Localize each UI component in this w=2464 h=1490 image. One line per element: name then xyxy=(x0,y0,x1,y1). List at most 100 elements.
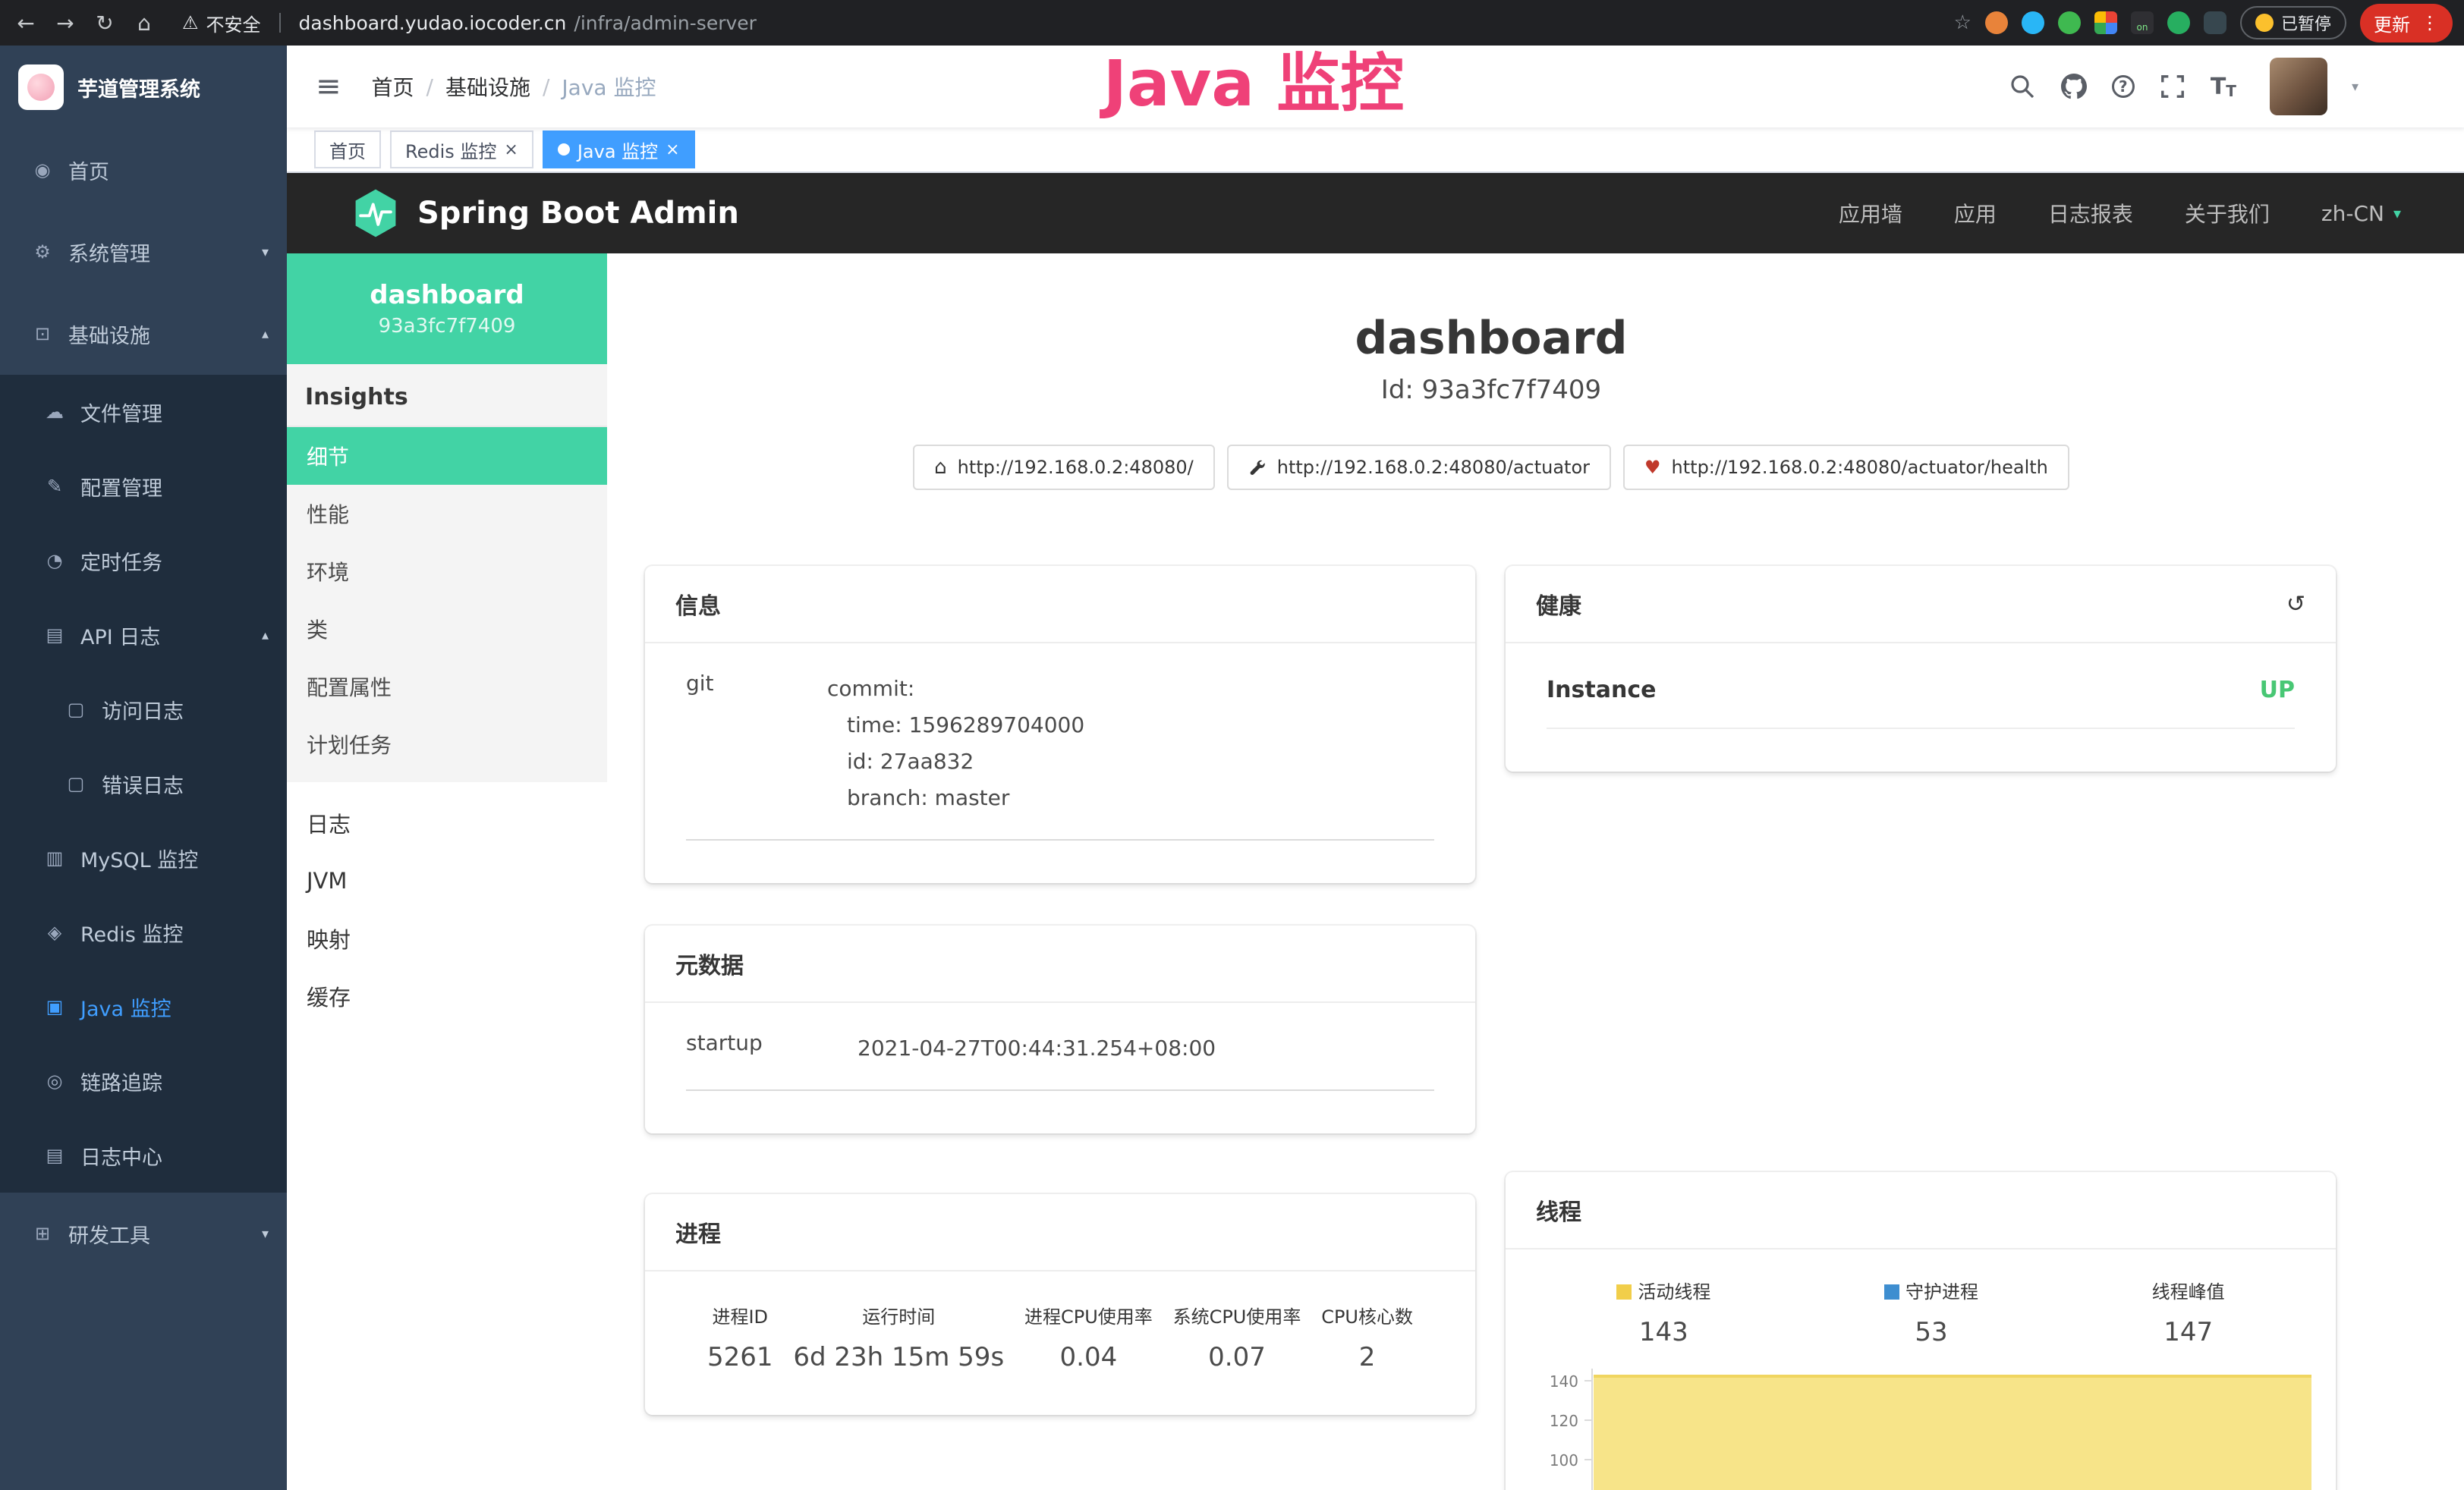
tab-label: 首页 xyxy=(329,137,366,163)
sidebar-item-error-log[interactable]: ▢ 错误日志 xyxy=(0,747,287,821)
close-icon[interactable]: × xyxy=(504,140,518,159)
sidebar-item-label: 文件管理 xyxy=(80,398,162,427)
sba-nav-about[interactable]: 关于我们 xyxy=(2185,198,2270,228)
sidebar-item-home[interactable]: ◉ 首页 xyxy=(0,129,287,211)
service-url-button[interactable]: ⌂ http://192.168.0.2:48080/ xyxy=(913,445,1215,490)
extension-on-icon[interactable]: on xyxy=(2131,11,2154,34)
sba-menu-performance[interactable]: 性能 xyxy=(287,485,607,542)
font-size-small: T xyxy=(2226,82,2236,100)
help-icon[interactable]: ? xyxy=(2112,75,2135,98)
tab-java-monitor[interactable]: Java 监控 × xyxy=(543,130,695,168)
tab-redis-monitor[interactable]: Redis 监控 × xyxy=(390,130,533,168)
metric-label: 进程CPU使用率 xyxy=(1024,1302,1153,1328)
github-icon[interactable] xyxy=(2060,73,2088,100)
sidebar-item-label: Redis 监控 xyxy=(80,918,183,948)
avatar[interactable] xyxy=(2270,58,2327,115)
infra-icon: ⊡ xyxy=(30,323,55,344)
locale-selector[interactable]: zh-CN ▾ xyxy=(2321,201,2401,226)
update-label: 更新 xyxy=(2374,10,2410,36)
menu-kebab-icon: ⋮ xyxy=(2421,12,2439,33)
metric-system-cpu: 系统CPU使用率 0.07 xyxy=(1173,1302,1301,1372)
sidebar-item-system[interactable]: ⚙ 系统管理 ▾ xyxy=(0,211,287,293)
chevron-down-icon[interactable]: ▾ xyxy=(2352,79,2359,95)
sba-logo-icon xyxy=(351,188,401,238)
sba-nav-journal[interactable]: 日志报表 xyxy=(2048,198,2133,228)
browser-toolbar-right: ☆ on 已暂停 更新 ⋮ xyxy=(1954,4,2453,42)
sidebar-item-tracing[interactable]: ◎ 链路追踪 xyxy=(0,1044,287,1118)
close-icon[interactable]: × xyxy=(666,140,679,159)
dashboard-icon: ◉ xyxy=(30,159,55,181)
sidebar-item-redis[interactable]: ◈ Redis 监控 xyxy=(0,895,287,970)
sidebar-item-api-log[interactable]: ▤ API 日志 ▴ xyxy=(0,598,287,672)
search-icon[interactable] xyxy=(2009,73,2036,100)
sba-sidebar: dashboard 93a3fc7f7409 Insights 细节 性能 环境… xyxy=(287,253,607,1490)
toolbox-icon: ⊞ xyxy=(30,1223,55,1244)
sidebar-toggle-icon[interactable]: ≡ xyxy=(304,69,354,104)
extension-icon[interactable] xyxy=(2204,11,2226,34)
font-size-icon[interactable]: TT xyxy=(2211,74,2236,100)
paused-badge[interactable]: 已暂停 xyxy=(2240,6,2346,39)
font-size-large: T xyxy=(2211,74,2226,100)
locale-label: zh-CN xyxy=(2321,201,2384,226)
sba-menu-classes[interactable]: 类 xyxy=(287,600,607,658)
sba-menu-logs[interactable]: 日志 xyxy=(287,794,607,852)
address-bar[interactable]: ⚠ 不安全 dashboard.yudao.iocoder.cn/infra/a… xyxy=(182,10,757,36)
metric-label: 系统CPU使用率 xyxy=(1173,1302,1301,1328)
browser-window: ← → ↻ ⌂ ⚠ 不安全 dashboard.yudao.iocoder.cn… xyxy=(0,0,2464,1490)
metric-value: 2 xyxy=(1321,1342,1413,1372)
metric-cpu-cores: CPU核心数 2 xyxy=(1321,1302,1413,1372)
tab-home[interactable]: 首页 xyxy=(314,130,381,168)
extension-icon[interactable] xyxy=(2058,11,2081,34)
sba-content: dashboard Id: 93a3fc7f7409 ⌂ http://192.… xyxy=(607,253,2464,1490)
sba-menu-environment[interactable]: 环境 xyxy=(287,542,607,600)
app-logo[interactable]: 芋道管理系统 xyxy=(0,46,287,129)
sidebar-item-infra[interactable]: ⊡ 基础设施 ▴ xyxy=(0,293,287,375)
reload-button[interactable]: ↻ xyxy=(88,11,121,36)
breadcrumb-infra[interactable]: 基础设施 xyxy=(445,71,530,102)
sidebar-item-label: API 日志 xyxy=(80,621,160,650)
sba-menu-details[interactable]: 细节 xyxy=(287,427,607,485)
instance-header[interactable]: dashboard 93a3fc7f7409 xyxy=(287,253,607,364)
sba-nav-wall[interactable]: 应用墙 xyxy=(1839,198,1902,228)
sidebar-item-label: 日志中心 xyxy=(80,1141,162,1171)
health-url-button[interactable]: ♥ http://192.168.0.2:48080/actuator/heal… xyxy=(1623,445,2069,490)
sidebar-item-devtools[interactable]: ⊞ 研发工具 ▾ xyxy=(0,1193,287,1275)
sidebar-item-files[interactable]: ☁ 文件管理 xyxy=(0,375,287,449)
sidebar-item-mysql[interactable]: ▥ MySQL 监控 xyxy=(0,821,287,895)
sidebar-item-java-monitor[interactable]: ▣ Java 监控 xyxy=(0,970,287,1044)
health-url-label: http://192.168.0.2:48080/actuator/health xyxy=(1672,457,2048,478)
sba-menu-scheduled-tasks[interactable]: 计划任务 xyxy=(287,715,607,773)
git-commit-line: commit: xyxy=(827,671,1084,707)
extension-icon[interactable] xyxy=(2022,11,2044,34)
extension-icon[interactable] xyxy=(1985,11,2008,34)
sidebar-item-jobs[interactable]: ◔ 定时任务 xyxy=(0,523,287,598)
sba-menu-config-props[interactable]: 配置属性 xyxy=(287,658,607,715)
extension-icon[interactable] xyxy=(2167,11,2190,34)
sba-nav-applications[interactable]: 应用 xyxy=(1954,198,1997,228)
sba-menu-caches[interactable]: 缓存 xyxy=(287,967,607,1025)
bookmark-star-icon[interactable]: ☆ xyxy=(1954,11,1972,34)
fullscreen-icon[interactable] xyxy=(2159,73,2186,100)
metric-process-cpu: 进程CPU使用率 0.04 xyxy=(1024,1302,1153,1372)
metadata-card-title: 元数据 xyxy=(675,947,744,980)
breadcrumb-home[interactable]: 首页 xyxy=(372,71,414,102)
sba-menu-jvm[interactable]: JVM xyxy=(287,852,607,910)
sba-root-menu: 日志 JVM 映射 缓存 xyxy=(287,782,607,1025)
back-button[interactable]: ← xyxy=(9,11,42,36)
sba-menu-mappings[interactable]: 映射 xyxy=(287,910,607,967)
sidebar-item-log-center[interactable]: ▤ 日志中心 xyxy=(0,1118,287,1193)
gear-icon: ⚙ xyxy=(30,241,55,262)
sidebar-item-label: 错误日志 xyxy=(102,769,184,799)
forward-button[interactable]: → xyxy=(49,11,82,36)
home-button[interactable]: ⌂ xyxy=(127,11,161,36)
process-card: 进程 进程ID 5261 xyxy=(645,1194,1475,1415)
sidebar-item-config[interactable]: ✎ 配置管理 xyxy=(0,449,287,523)
history-icon[interactable]: ↺ xyxy=(2286,591,2305,618)
extension-icon[interactable] xyxy=(2094,11,2117,34)
update-button[interactable]: 更新 ⋮ xyxy=(2360,4,2453,42)
sba-brand[interactable]: Spring Boot Admin xyxy=(417,196,739,231)
sidebar-item-access-log[interactable]: ▢ 访问日志 xyxy=(0,672,287,747)
instance-link[interactable]: Instance xyxy=(1547,677,1656,703)
service-url-label: http://192.168.0.2:48080/ xyxy=(958,457,1194,478)
actuator-url-button[interactable]: http://192.168.0.2:48080/actuator xyxy=(1227,445,1611,490)
